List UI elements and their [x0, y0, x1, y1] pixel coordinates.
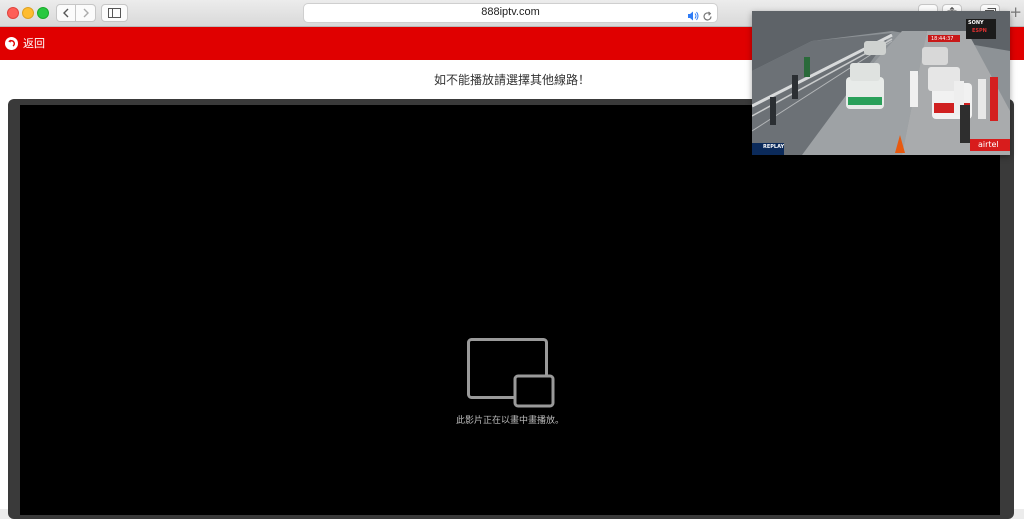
- back-link-label: 返回: [23, 37, 45, 50]
- pip-status-message: 此影片正在以畫中畫播放。: [455, 416, 564, 426]
- back-button[interactable]: [56, 4, 76, 22]
- speaker-icon[interactable]: [687, 7, 699, 26]
- replay-badge: REPLAY: [763, 144, 785, 150]
- chevron-right-icon: [83, 8, 89, 18]
- fullscreen-window-button[interactable]: [37, 7, 49, 19]
- video-player[interactable]: 此影片正在以畫中畫播放。: [20, 105, 1000, 515]
- network-logo: SONY: [968, 20, 984, 26]
- new-tab-icon[interactable]: +: [1009, 4, 1022, 20]
- forward-button[interactable]: [76, 4, 96, 22]
- picture-in-picture-icon[interactable]: [467, 338, 555, 408]
- race-clock: 18:44:37: [931, 36, 954, 42]
- sponsor-badge: airtel: [978, 140, 999, 149]
- close-window-button[interactable]: [7, 7, 19, 19]
- back-link[interactable]: 返回: [5, 35, 45, 51]
- back-arrow-icon: [5, 36, 18, 50]
- chevron-left-icon: [63, 8, 69, 18]
- address-url: 888iptv.com: [481, 6, 540, 18]
- reload-icon[interactable]: [702, 7, 713, 26]
- sidebar-icon: [108, 8, 121, 18]
- address-bar[interactable]: 888iptv.com: [303, 3, 718, 23]
- pip-video-window[interactable]: REPLAY airtel SONY ESPN 18:44:37: [752, 11, 1010, 155]
- sidebar-toggle-button[interactable]: [101, 4, 128, 22]
- minimize-window-button[interactable]: [22, 7, 34, 19]
- channel-logo: ESPN: [972, 28, 987, 34]
